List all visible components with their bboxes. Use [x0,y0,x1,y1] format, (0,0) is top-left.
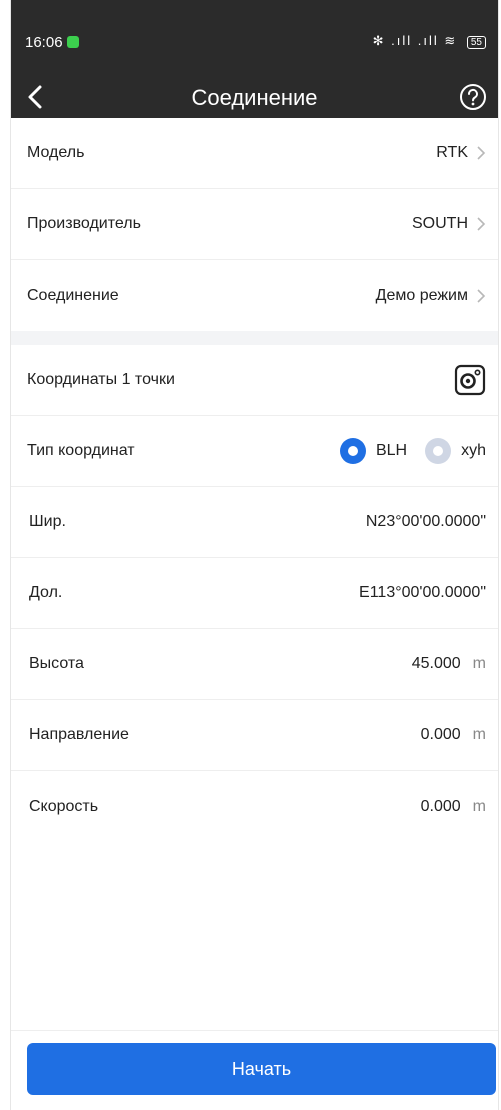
battery-icon: 55 [466,36,486,49]
longitude-row[interactable]: Дол. E113°00'00.0000" [11,558,498,629]
height-row[interactable]: Высота 45.000 m [11,629,498,700]
height-label: Высота [29,655,84,672]
maker-value-group: SOUTH [412,215,486,233]
direction-row[interactable]: Направление 0.000 m [11,700,498,771]
connection-row[interactable]: Соединение Демо режим [11,260,498,331]
direction-unit: m [472,726,486,743]
status-bar: 16:06 ✻ .ıll .ıll ≋ 55 [11,0,498,80]
notification-icon [66,36,79,48]
maker-row[interactable]: Производитель SOUTH [11,189,498,260]
signal-icons: ✻ .ıll .ıll ≋ [372,33,458,48]
start-button[interactable]: Начать [27,1043,496,1095]
coord-type-radio-group: BLH xyh [339,438,486,464]
latitude-value[interactable]: N23°00'00.0000" [366,513,486,531]
latitude-row[interactable]: Шир. N23°00'00.0000" [11,487,498,558]
point-coords-label: Координаты 1 точки [27,371,175,388]
height-unit: m [472,655,486,672]
app-bar: Соединение [11,80,498,118]
maker-value: SOUTH [412,215,468,232]
longitude-label: Дол. [29,584,63,601]
radio-xyh-label: xyh [461,442,486,459]
radio-blh[interactable]: BLH [339,438,408,464]
footer-divider [11,1030,498,1031]
coord-type-row: Тип координат BLH xyh [11,416,498,487]
longitude-value[interactable]: E113°00'00.0000" [359,584,486,602]
status-time: 16:06 [25,34,79,51]
chevron-right-icon [477,217,486,231]
settings-list: Модель RTK Производитель SOUTH Соединени… [11,118,498,842]
section-divider [11,331,498,345]
height-value[interactable]: 45.000 [412,655,461,673]
direction-value-group: 0.000 m [421,726,486,744]
latitude-label: Шир. [29,513,66,530]
speed-value-group: 0.000 m [421,798,486,816]
model-value-group: RTK [436,144,486,162]
speed-row[interactable]: Скорость 0.000 m [11,771,498,842]
help-icon[interactable] [458,82,488,112]
chevron-right-icon [477,288,486,303]
coord-type-label: Тип координат [27,442,135,459]
model-row[interactable]: Модель RTK [11,118,498,189]
maker-label: Производитель [27,215,141,232]
radio-unselected-icon [425,438,452,464]
height-value-group: 45.000 m [412,655,486,673]
speed-unit: m [472,797,486,815]
speed-label: Скорость [29,797,99,815]
connection-label: Соединение [27,286,119,304]
location-pick-icon[interactable] [454,364,486,396]
point-coords-row: Координаты 1 точки [11,345,498,416]
phone-screen: 16:06 ✻ .ıll .ıll ≋ 55 Соединение Модель… [10,0,499,1110]
radio-blh-label: BLH [375,442,408,459]
page-title: Соединение [191,85,318,110]
radio-selected-icon [339,438,366,464]
model-value: RTK [436,144,468,161]
status-icons: ✻ .ıll .ıll ≋ 55 [373,33,486,49]
speed-value[interactable]: 0.000 [421,798,461,816]
chevron-right-icon [477,146,486,160]
direction-value[interactable]: 0.000 [421,726,461,744]
connection-value: Демо режим [375,286,468,304]
direction-label: Направление [29,726,129,743]
connection-value-group: Демо режим [376,287,486,305]
radio-xyh[interactable]: xyh [425,438,486,464]
model-label: Модель [27,144,85,161]
status-time-text: 16:06 [25,34,63,51]
